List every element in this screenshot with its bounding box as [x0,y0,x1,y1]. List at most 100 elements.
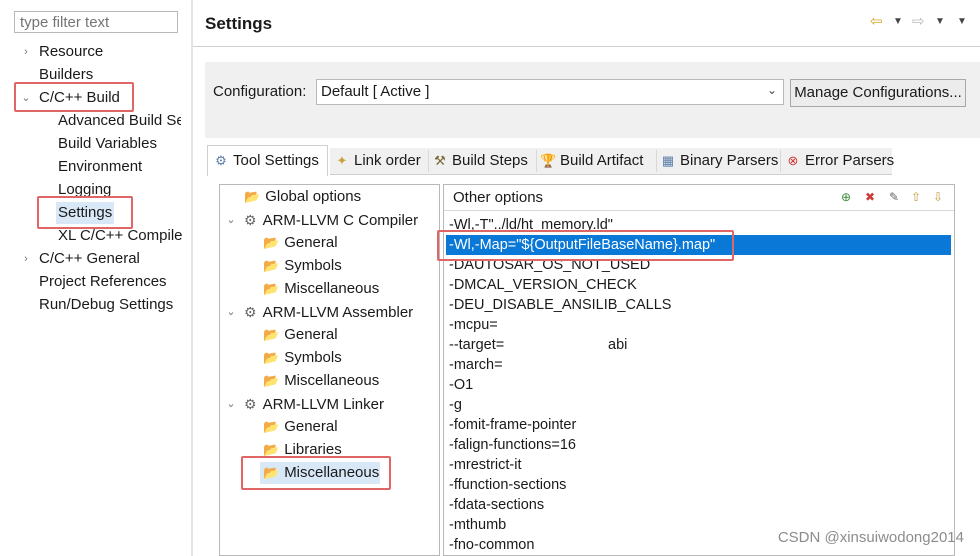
configuration-select[interactable]: Default [ Active ] ⌄ [316,79,784,105]
tree-item-global-options[interactable]: 📂 Global options [244,186,361,208]
chevron-down-icon: ⌄ [766,83,777,97]
filter-input[interactable] [14,11,178,33]
gear-icon: ⚙ [244,304,257,320]
tree-item-linker-general[interactable]: 📂 General [263,416,338,438]
gear-icon: ⚙ [244,396,257,412]
option-item[interactable]: -ffunction-sections [446,475,951,495]
highlight-box [37,196,133,229]
gear-icon: ⚙ [244,212,257,228]
binary-parsers-icon: ▦ [661,153,675,168]
folder-settings-icon: 📂 [263,350,280,365]
option-item[interactable]: -fdata-sections [446,495,951,515]
tab-label: Tool Settings [233,152,319,169]
tree-item-label: Symbols [284,349,342,366]
option-item[interactable]: -falign-functions=16 [446,435,951,455]
folder-settings-icon: 📂 [263,419,280,434]
folder-settings-icon: 📂 [263,327,280,342]
tree-item-label: Symbols [284,257,342,274]
add-option-icon[interactable]: ⊕ [838,189,854,205]
nav-item-project-references[interactable]: Project References [39,271,167,293]
nav-item-run-debug-settings[interactable]: Run/Debug Settings [39,294,173,316]
tree-item-assembler-symbols[interactable]: 📂 Symbols [263,347,342,369]
move-up-icon[interactable]: ⇧ [908,189,924,205]
back-dropdown-icon[interactable]: ▼ [893,16,903,27]
move-down-icon[interactable]: ⇩ [930,189,946,205]
folder-settings-icon: 📂 [263,281,280,296]
tree-item-assembler[interactable]: ⚙ ARM-LLVM Assembler [244,301,413,323]
nav-item-environment[interactable]: Environment [58,156,142,178]
configuration-label: Configuration: [213,83,307,100]
view-menu-icon[interactable]: ▼ [957,16,967,27]
forward-dropdown-icon[interactable]: ▼ [935,16,945,27]
tab-label: Error Parsers [805,152,895,169]
header-separator [193,46,980,47]
tree-item-c-compiler[interactable]: ⚙ ARM-LLVM C Compiler [244,209,418,231]
tab-label: Binary Parsers [680,152,779,169]
tab-label: Link order [354,152,421,169]
chevron-down-icon[interactable]: ⌄ [225,209,237,231]
tool-settings-icon: ⚙ [215,153,227,168]
option-text: --target= [449,337,505,353]
tab-divider [536,150,537,172]
nav-item-resource[interactable]: Resource [39,41,103,63]
highlight-box [437,230,734,261]
option-item[interactable]: -DEU_DISABLE_ANSILIB_CALLS [446,295,951,315]
option-item[interactable]: -g [446,395,951,415]
tree-item-linker[interactable]: ⚙ ARM-LLVM Linker [244,393,384,415]
folder-settings-icon: 📂 [244,189,261,204]
watermark: CSDN @xinsuiwodong2014 [777,529,964,546]
option-item[interactable]: --target= abi [446,335,951,355]
tab-link-order[interactable]: ✦ Link order [334,148,421,174]
nav-item-advanced-build-settings[interactable]: Advanced Build Se [58,110,181,132]
tree-item-label: Miscellaneous [284,372,380,389]
option-item[interactable]: -O1 [446,375,951,395]
page-title: Settings [205,14,273,33]
folder-settings-icon: 📂 [263,235,280,250]
option-text-suffix: abi [608,337,628,353]
build-steps-icon: ⚒ [434,153,446,168]
tab-tool-settings[interactable]: ⚙ Tool Settings [213,148,319,174]
tree-item-assembler-general[interactable]: 📂 General [263,324,338,346]
folder-settings-icon: 📂 [263,258,280,273]
chevron-right-icon[interactable]: › [20,41,32,63]
panel-separator [444,210,954,211]
tab-divider [780,150,781,172]
chevron-right-icon[interactable]: › [20,248,32,270]
tree-item-label: ARM-LLVM Linker [262,396,384,413]
highlight-box [241,456,391,490]
option-item[interactable]: -mcpu= [446,315,951,335]
tab-binary-parsers[interactable]: ▦ Binary Parsers [660,148,779,174]
tree-item-compiler-miscellaneous[interactable]: 📂 Miscellaneous [263,278,379,300]
nav-item-build-variables[interactable]: Build Variables [58,133,157,155]
tree-item-label: General [284,418,338,435]
option-item[interactable]: -DMCAL_VERSION_CHECK [446,275,951,295]
pane-divider[interactable] [191,0,193,556]
tree-item-compiler-general[interactable]: 📂 General [263,232,338,254]
link-order-icon: ✦ [336,153,348,168]
back-arrow-icon[interactable]: ⇦ [870,12,883,30]
option-item[interactable]: -mrestrict-it [446,455,951,475]
configuration-value: Default [ Active ] [321,83,430,100]
other-options-title: Other options [453,189,544,206]
tree-item-compiler-symbols[interactable]: 📂 Symbols [263,255,342,277]
tree-item-label: General [284,234,338,251]
nav-item-cpp-general[interactable]: C/C++ General [39,248,140,270]
folder-settings-icon: 📂 [263,442,280,457]
tree-item-assembler-miscellaneous[interactable]: 📂 Miscellaneous [263,370,379,392]
chevron-down-icon[interactable]: ⌄ [225,393,237,415]
manage-configurations-button[interactable]: Manage Configurations... [790,79,966,107]
chevron-down-icon[interactable]: ⌄ [225,301,237,323]
edit-option-icon[interactable]: ✎ [886,189,902,205]
tree-item-label: General [284,326,338,343]
folder-settings-icon: 📂 [263,373,280,388]
tab-build-artifact[interactable]: 🏆 Build Artifact [540,148,643,174]
tree-item-label: ARM-LLVM Assembler [262,304,414,321]
option-item[interactable]: -march= [446,355,951,375]
tab-divider [656,150,657,172]
delete-option-icon[interactable]: ✖ [862,189,878,205]
tab-build-steps[interactable]: ⚒ Build Steps [432,148,528,174]
tab-divider [428,150,429,172]
option-item[interactable]: -fomit-frame-pointer [446,415,951,435]
forward-arrow-icon[interactable]: ⇨ [912,12,925,30]
tab-error-parsers[interactable]: ⊗ Error Parsers [785,148,895,174]
